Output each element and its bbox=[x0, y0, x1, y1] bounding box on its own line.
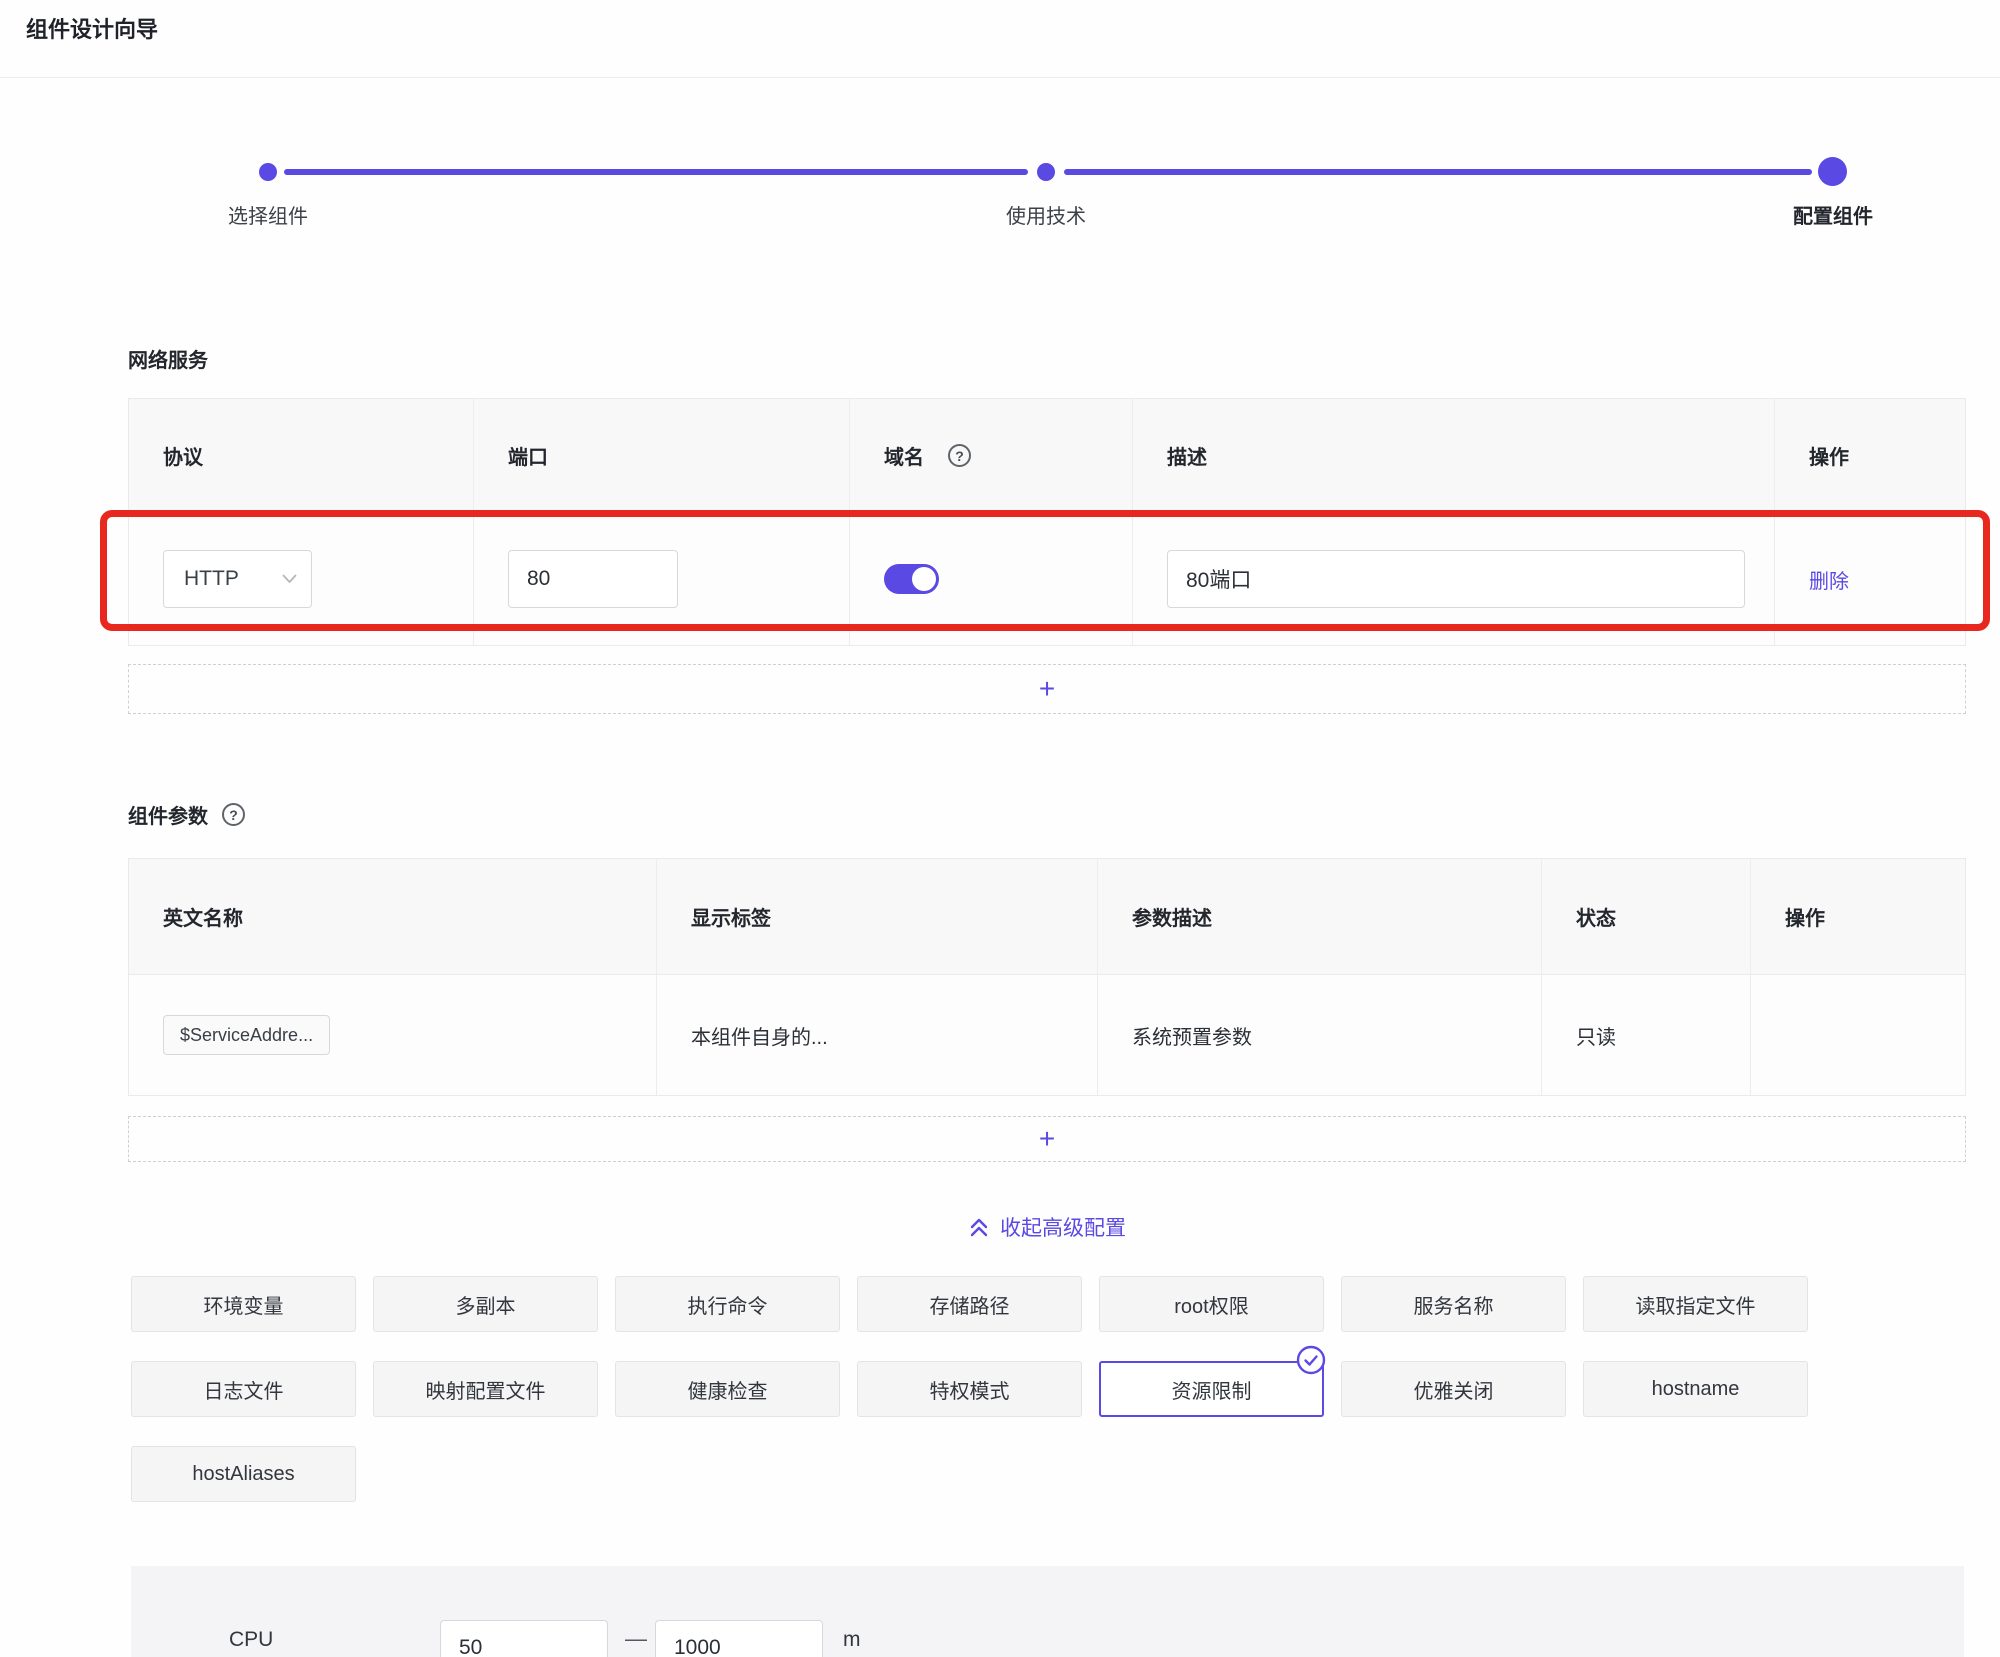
option-resource-limits[interactable]: 资源限制 bbox=[1099, 1361, 1324, 1417]
component-params-table-row: $ServiceAddre... 本组件自身的... 系统预置参数 只读 bbox=[129, 975, 1965, 1095]
protocol-select[interactable]: HTTP bbox=[163, 550, 312, 608]
option-privileged-mode[interactable]: 特权模式 bbox=[857, 1361, 1082, 1417]
domain-toggle[interactable] bbox=[884, 564, 939, 594]
plus-icon: + bbox=[1039, 1123, 1055, 1155]
option-service-name[interactable]: 服务名称 bbox=[1341, 1276, 1566, 1332]
param-name-cell: $ServiceAddre... bbox=[129, 975, 656, 1095]
option-map-config-file[interactable]: 映射配置文件 bbox=[373, 1361, 598, 1417]
param-actions-cell bbox=[1750, 975, 1967, 1095]
collapse-advanced-config-label: 收起高级配置 bbox=[1000, 1212, 1126, 1242]
component-design-wizard-page: 组件设计向导 选择组件 使用技术 配置组件 网络服务 协议 端口 域名 ? 描述 bbox=[0, 0, 2000, 1657]
chevron-down-icon bbox=[282, 574, 297, 584]
option-storage-path[interactable]: 存储路径 bbox=[857, 1276, 1082, 1332]
option-replicas[interactable]: 多副本 bbox=[373, 1276, 598, 1332]
option-hostaliases[interactable]: hostAliases bbox=[131, 1446, 356, 1502]
param-name-tag[interactable]: $ServiceAddre... bbox=[163, 1015, 330, 1055]
col-header-param-description: 参数描述 bbox=[1097, 859, 1541, 974]
port-cell bbox=[473, 513, 849, 645]
col-header-display-label: 显示标签 bbox=[656, 859, 1097, 974]
stepper-connector-1 bbox=[284, 169, 1028, 175]
col-header-description: 描述 bbox=[1132, 399, 1774, 512]
delete-row-button[interactable]: 删除 bbox=[1809, 565, 1849, 594]
step-label-configure-component[interactable]: 配置组件 bbox=[1683, 200, 1983, 229]
step-dot-configure-component bbox=[1818, 157, 1847, 186]
cpu-min-input[interactable] bbox=[440, 1620, 608, 1657]
col-header-param-actions: 操作 bbox=[1750, 859, 1967, 974]
col-header-protocol: 协议 bbox=[129, 399, 473, 512]
page-title: 组件设计向导 bbox=[26, 12, 158, 44]
add-component-param-row-button[interactable]: + bbox=[128, 1116, 1966, 1162]
step-dot-use-technology bbox=[1037, 163, 1055, 181]
network-service-table-header: 协议 端口 域名 ? 描述 操作 bbox=[129, 399, 1965, 513]
resource-limits-panel: CPU — m bbox=[131, 1566, 1964, 1657]
step-label-select-component[interactable]: 选择组件 bbox=[118, 200, 418, 229]
cpu-unit-label: m bbox=[843, 1628, 861, 1652]
network-service-table: 协议 端口 域名 ? 描述 操作 HTTP bbox=[128, 398, 1966, 646]
advanced-options-grid: 环境变量 多副本 执行命令 存储路径 root权限 服务名称 读取指定文件 日志… bbox=[131, 1276, 1981, 1502]
option-graceful-shutdown[interactable]: 优雅关闭 bbox=[1341, 1361, 1566, 1417]
protocol-cell: HTTP bbox=[129, 513, 473, 645]
col-header-domain: 域名 ? bbox=[849, 399, 1132, 512]
cpu-label: CPU bbox=[229, 1628, 273, 1652]
selected-check-icon bbox=[1296, 1345, 1326, 1375]
description-input[interactable] bbox=[1167, 550, 1745, 608]
option-log-file[interactable]: 日志文件 bbox=[131, 1361, 356, 1417]
domain-help-icon[interactable]: ? bbox=[948, 444, 971, 467]
option-hostname[interactable]: hostname bbox=[1583, 1361, 1808, 1417]
plus-icon: + bbox=[1039, 673, 1055, 705]
network-service-section-title: 网络服务 bbox=[128, 344, 208, 373]
range-separator: — bbox=[625, 1626, 647, 1652]
add-network-service-row-button[interactable]: + bbox=[128, 664, 1966, 714]
actions-cell: 删除 bbox=[1774, 513, 1967, 645]
col-header-port: 端口 bbox=[473, 399, 849, 512]
step-dot-select-component bbox=[259, 163, 277, 181]
step-label-use-technology[interactable]: 使用技术 bbox=[896, 200, 1196, 229]
option-health-check[interactable]: 健康检查 bbox=[615, 1361, 840, 1417]
component-params-table: 英文名称 显示标签 参数描述 状态 操作 $ServiceAddre... 本组… bbox=[128, 858, 1966, 1096]
option-exec-command[interactable]: 执行命令 bbox=[615, 1276, 840, 1332]
component-params-table-header: 英文名称 显示标签 参数描述 状态 操作 bbox=[129, 859, 1965, 975]
description-cell bbox=[1132, 513, 1774, 645]
component-params-section-title: 组件参数 ? bbox=[128, 800, 245, 829]
col-header-status: 状态 bbox=[1541, 859, 1750, 974]
param-label-cell: 本组件自身的... bbox=[656, 975, 1097, 1095]
double-chevron-up-icon bbox=[968, 1216, 990, 1238]
col-header-english-name: 英文名称 bbox=[129, 859, 656, 974]
network-service-table-row: HTTP 删除 bbox=[129, 513, 1965, 645]
header-divider bbox=[0, 77, 2000, 78]
stepper-connector-2 bbox=[1064, 169, 1812, 175]
param-status-cell: 只读 bbox=[1541, 975, 1750, 1095]
option-root-permission[interactable]: root权限 bbox=[1099, 1276, 1324, 1332]
component-params-title-text: 组件参数 bbox=[128, 800, 208, 829]
network-service-title-text: 网络服务 bbox=[128, 344, 208, 373]
option-env-vars[interactable]: 环境变量 bbox=[131, 1276, 356, 1332]
cpu-max-input[interactable] bbox=[655, 1620, 823, 1657]
protocol-select-value: HTTP bbox=[184, 567, 239, 591]
port-input[interactable] bbox=[508, 550, 678, 608]
domain-toggle-knob bbox=[912, 567, 936, 591]
param-description-cell: 系统预置参数 bbox=[1097, 975, 1541, 1095]
collapse-advanced-config-link[interactable]: 收起高级配置 bbox=[128, 1212, 1966, 1242]
domain-cell bbox=[849, 513, 1132, 645]
option-read-specified-file[interactable]: 读取指定文件 bbox=[1583, 1276, 1808, 1332]
col-header-actions: 操作 bbox=[1774, 399, 1967, 512]
component-params-help-icon[interactable]: ? bbox=[222, 803, 245, 826]
